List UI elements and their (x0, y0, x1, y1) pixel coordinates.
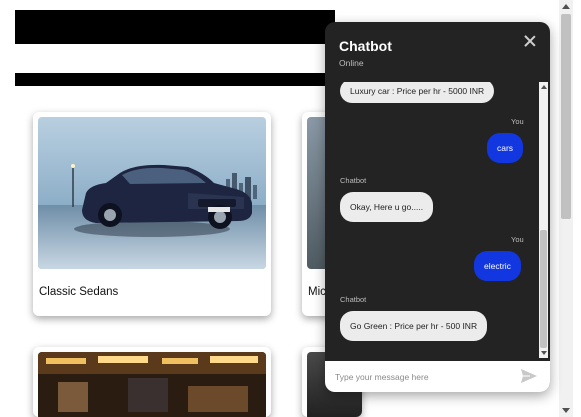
header-bar (15, 10, 335, 44)
card-title: Mic (308, 286, 326, 298)
user-message: electric (474, 251, 521, 281)
chat-scrollbar[interactable] (539, 82, 548, 358)
scrollbar-thumb[interactable] (561, 14, 571, 219)
chat-input-row (325, 361, 550, 392)
bot-message: Okay, Here u go..... (340, 192, 434, 222)
send-icon[interactable] (520, 368, 538, 384)
scroll-down-icon[interactable] (562, 408, 570, 413)
bot-message: Go Green : Price per hr - 500 INR (340, 311, 488, 341)
message-sender: Chatbot (340, 176, 367, 185)
scroll-up-icon[interactable] (562, 4, 570, 9)
chatbot-window: Chatbot Online Luxury car : Price per hr… (325, 22, 550, 392)
message-sender: You (511, 235, 524, 244)
bot-message: Luxury car : Price per hr - 5000 INR (340, 82, 495, 103)
page-scrollbar[interactable] (559, 0, 573, 417)
message-sender: Chatbot (340, 295, 367, 304)
chat-title: Chatbot (339, 38, 392, 54)
chat-status: Online (339, 58, 364, 68)
chat-messages: Luxury car : Price per hr - 5000 INR You… (325, 82, 539, 358)
scroll-up-icon[interactable] (540, 85, 547, 89)
car-image (38, 117, 266, 269)
category-card-3[interactable] (33, 347, 271, 417)
showroom-image (38, 352, 266, 417)
scrollbar-thumb[interactable] (540, 230, 547, 348)
close-icon[interactable] (523, 34, 537, 48)
nav-bar (15, 73, 335, 86)
card-title: Classic Sedans (39, 286, 119, 298)
category-card-classic-sedans[interactable]: Classic Sedans (33, 112, 271, 316)
message-input[interactable] (335, 367, 505, 387)
message-sender: You (511, 117, 524, 126)
scroll-down-icon[interactable] (540, 351, 547, 355)
user-message: cars (487, 133, 524, 163)
